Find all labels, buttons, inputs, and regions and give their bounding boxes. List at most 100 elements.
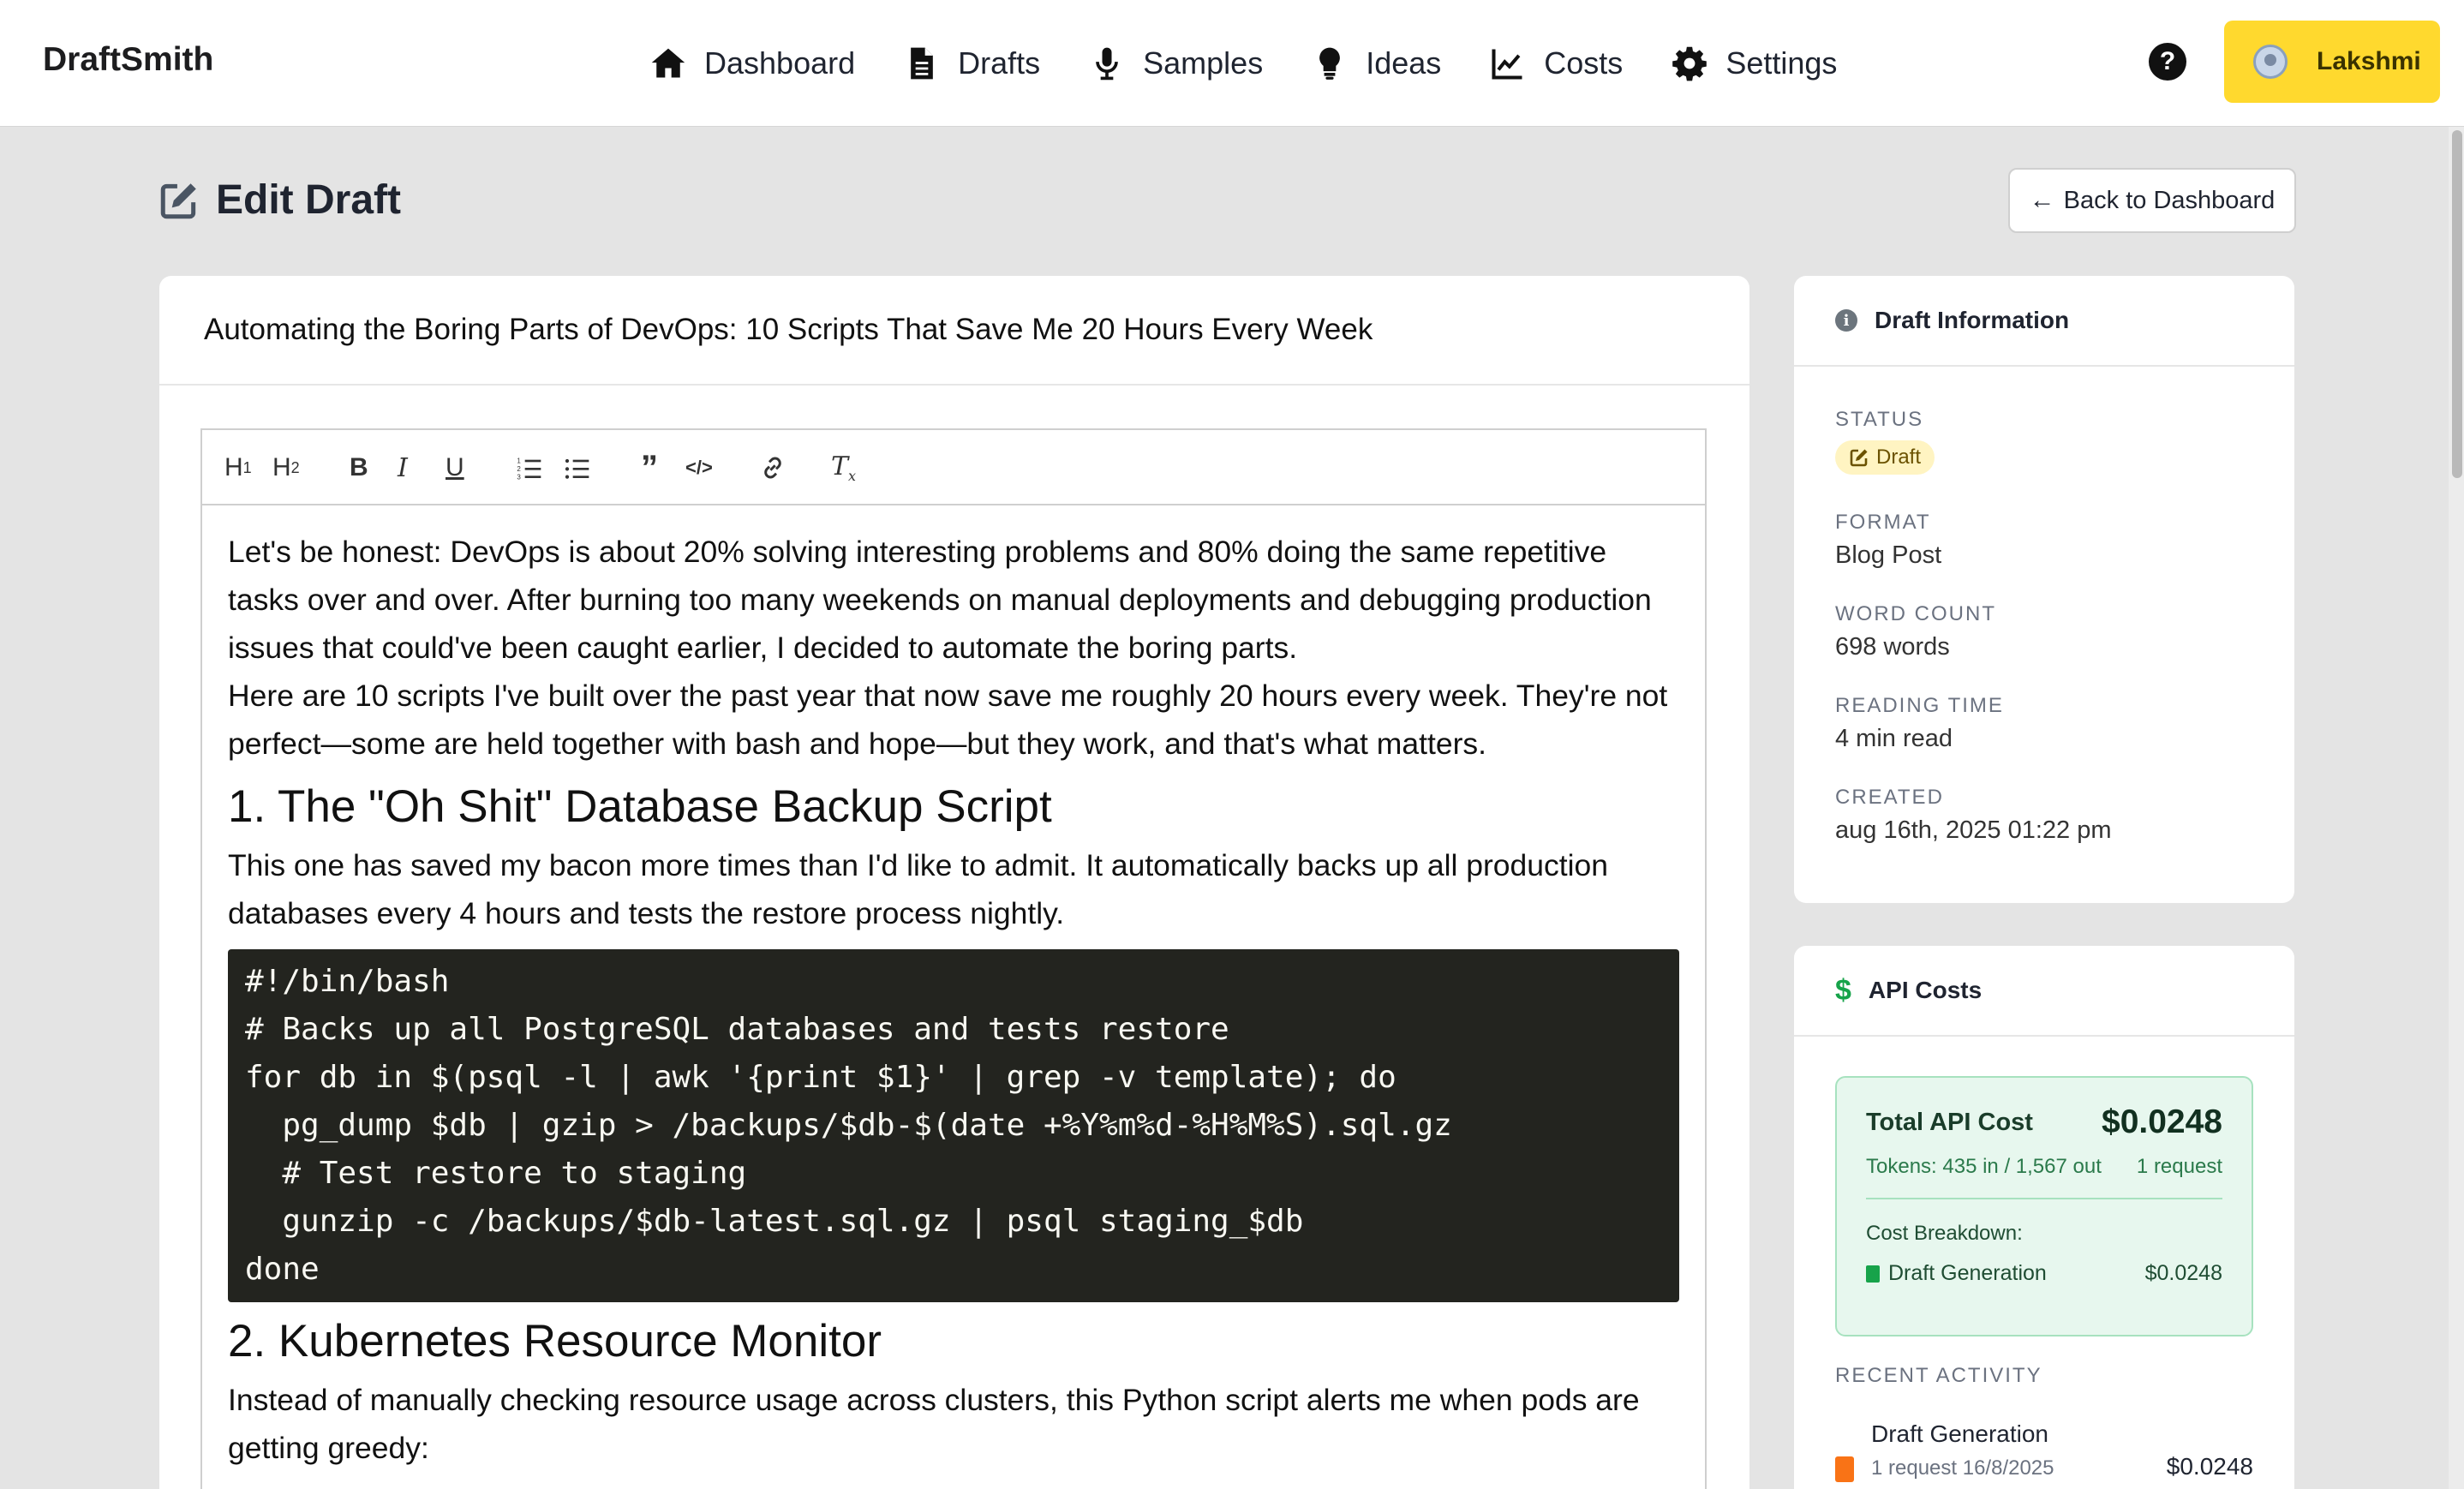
total-cost-value: $0.0248 — [2102, 1103, 2222, 1140]
page-title-text: Edit Draft — [216, 177, 401, 223]
edit-icon — [160, 182, 196, 218]
nav-item-drafts[interactable]: Drafts — [903, 45, 1040, 82]
back-button-label: Back to Dashboard — [2063, 186, 2276, 214]
rich-text-editor: H1 H2 B I U 123 ” </> Tx Let's be honest… — [200, 428, 1707, 1489]
recent-activity-title: Draft Generation — [1871, 1420, 2048, 1447]
format-label: FORMAT — [1835, 511, 1931, 534]
paragraph: Let's be honest: DevOps is about 20% sol… — [228, 535, 1652, 665]
line-chart-icon — [1492, 49, 1522, 80]
nav-item-samples[interactable]: Samples — [1088, 45, 1263, 82]
microphone-icon — [1096, 47, 1118, 81]
nav-item-costs[interactable]: Costs — [1489, 45, 1623, 82]
draft-title-input[interactable]: Automating the Boring Parts of DevOps: 1… — [159, 276, 1749, 386]
back-to-dashboard-button[interactable]: ← Back to Dashboard — [2008, 168, 2296, 233]
total-cost-panel: Total API Cost $0.0248 Tokens: 435 in / … — [1835, 1076, 2253, 1337]
reading-time-label: READING TIME — [1835, 694, 2004, 717]
help-icon[interactable]: ? — [2149, 43, 2186, 81]
clear-format-icon: Tx — [831, 451, 857, 484]
status-label: STATUS — [1835, 408, 1924, 431]
ordered-list-icon: 123 — [517, 457, 541, 481]
nav-item-settings[interactable]: Settings — [1671, 45, 1837, 82]
top-navbar: DraftSmith Dashboard Drafts Samples Idea… — [0, 0, 2464, 127]
draft-info-header: i Draft Information — [1794, 276, 2294, 367]
document-icon — [911, 47, 933, 80]
code-icon: </> — [685, 457, 713, 478]
paragraph: This one has saved my bacon more times t… — [228, 848, 1608, 930]
svg-text:2: 2 — [517, 465, 521, 473]
code-button[interactable]: </> — [685, 451, 713, 485]
heading2-button[interactable]: H2 — [272, 451, 300, 485]
recent-activity-subtitle: 1 request 16/8/2025 — [1871, 1456, 2054, 1480]
info-icon: i — [1835, 309, 1857, 332]
format-value: Blog Post — [1835, 541, 1942, 569]
total-cost-label: Total API Cost — [1866, 1108, 2033, 1136]
quote-icon: ” — [641, 448, 658, 487]
user-menu-button[interactable]: Lakshmi — [2224, 21, 2440, 103]
nav-item-dashboard[interactable]: Dashboard — [649, 45, 855, 82]
nav-item-label: Settings — [1725, 45, 1838, 81]
created-value: aug 16th, 2025 01:22 pm — [1835, 816, 2112, 844]
status-badge: Draft — [1835, 440, 1935, 475]
page-scrollbar[interactable] — [2449, 127, 2464, 1489]
editor-content[interactable]: Let's be honest: DevOps is about 20% sol… — [202, 505, 1705, 1472]
nav-item-label: Costs — [1544, 45, 1624, 81]
document-icon — [1835, 1456, 1854, 1482]
draft-info-body: STATUS Draft FORMAT Blog Post WORD COUNT… — [1794, 367, 2294, 903]
cost-breakdown-label: Cost Breakdown: — [1866, 1222, 2023, 1245]
link-button[interactable] — [759, 451, 786, 485]
gear-icon — [1672, 46, 1707, 81]
cost-item-value: $0.0248 — [2144, 1261, 2222, 1285]
nav-item-label: Drafts — [958, 45, 1041, 81]
created-label: CREATED — [1835, 786, 1944, 809]
word-count-label: WORD COUNT — [1835, 602, 1996, 625]
svg-text:1: 1 — [517, 457, 521, 465]
section-heading: 2. Kubernetes Resource Monitor — [228, 1316, 882, 1366]
clear-format-button[interactable]: Tx — [831, 451, 856, 485]
blockquote-button[interactable]: ” — [641, 448, 658, 487]
request-count: 1 request — [2136, 1155, 2222, 1178]
scrollbar-thumb[interactable] — [2452, 130, 2462, 478]
underline-button[interactable]: U — [446, 451, 464, 485]
avatar — [2253, 45, 2288, 79]
draft-info-title: Draft Information — [1875, 307, 2070, 333]
nav-item-label: Samples — [1143, 45, 1264, 81]
bold-button[interactable]: B — [350, 451, 368, 485]
nav-links: Dashboard Drafts Samples Ideas Costs Set… — [649, 0, 1885, 127]
cost-item-label: Draft Generation — [1888, 1261, 2047, 1285]
recent-activity-amount: $0.0248 — [2166, 1453, 2253, 1480]
nav-item-ideas[interactable]: Ideas — [1311, 45, 1441, 82]
lightbulb-icon — [1319, 47, 1341, 80]
link-icon — [764, 457, 781, 479]
api-costs-title: API Costs — [1868, 977, 1983, 1003]
svg-text:3: 3 — [517, 473, 521, 481]
recent-activity-label: RECENT ACTIVITY — [1835, 1364, 2042, 1387]
word-count-value: 698 words — [1835, 633, 1950, 661]
ordered-list-button[interactable]: 123 — [516, 451, 543, 485]
tokens-count: Tokens: 435 in / 1,567 out — [1866, 1155, 2102, 1178]
user-name: Lakshmi — [2317, 47, 2421, 75]
bullet-list-button[interactable] — [564, 451, 591, 485]
nav-item-label: Dashboard — [704, 45, 856, 81]
page-title: Edit Draft — [158, 176, 401, 224]
brand-logo[interactable]: DraftSmith — [43, 41, 213, 79]
arrow-left-icon: ← — [2029, 186, 2055, 214]
api-costs-card: $ API Costs Total API Cost $0.0248 Token… — [1794, 946, 2294, 1489]
editor-card: Automating the Boring Parts of DevOps: 1… — [159, 276, 1749, 1489]
paragraph: Instead of manually checking resource us… — [228, 1383, 1640, 1465]
heading1-button[interactable]: H1 — [224, 451, 252, 485]
nav-item-label: Ideas — [1366, 45, 1442, 81]
draft-info-card: i Draft Information STATUS Draft FORMAT … — [1794, 276, 2294, 903]
edit-icon — [1850, 449, 1868, 467]
api-costs-header: $ API Costs — [1794, 946, 2294, 1037]
reading-time-value: 4 min read — [1835, 725, 1953, 752]
section-heading: 1. The "Oh Shit" Database Backup Script — [228, 781, 1052, 832]
italic-button[interactable]: I — [398, 451, 408, 485]
editor-toolbar: H1 H2 B I U 123 ” </> Tx — [202, 430, 1705, 505]
bullet-list-icon — [565, 458, 589, 479]
cost-breakdown-item: Draft Generation $0.0248 — [1866, 1261, 2222, 1286]
dollar-icon: $ — [1835, 973, 1851, 1007]
status-value: Draft — [1876, 446, 1922, 469]
document-icon — [1866, 1265, 1880, 1283]
code-block: #!/bin/bash # Backs up all PostgreSQL da… — [228, 949, 1679, 1302]
paragraph: Here are 10 scripts I've built over the … — [228, 679, 1668, 761]
